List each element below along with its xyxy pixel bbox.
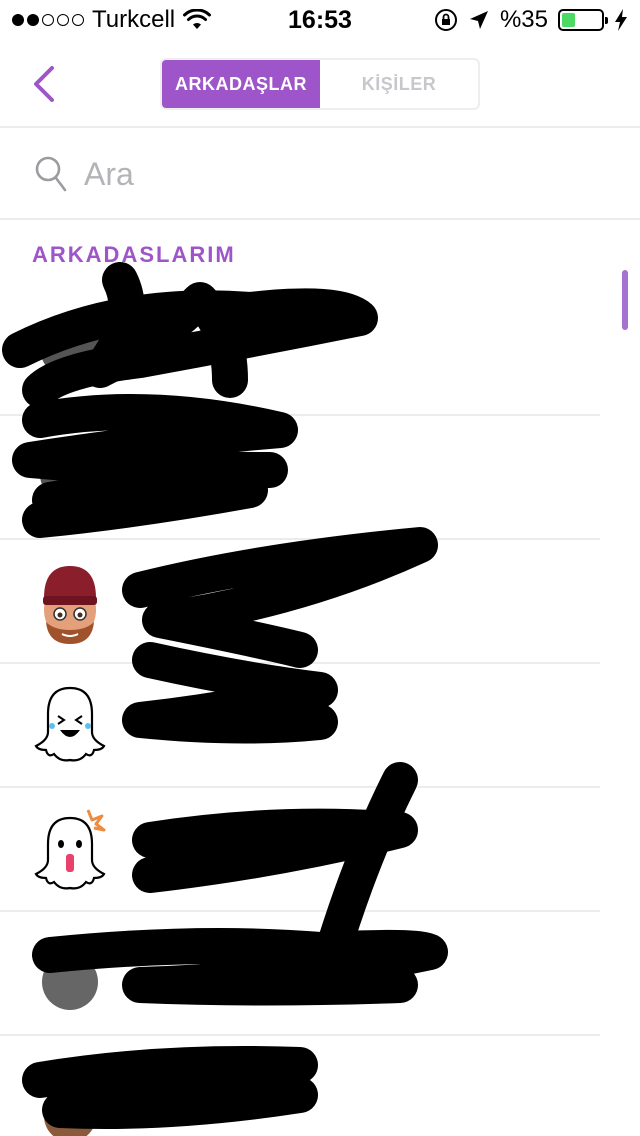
carrier-name: Turkcell [92, 6, 176, 33]
bitmoji-avatar [43, 566, 97, 644]
signal-strength-icon [12, 14, 84, 26]
ghost-surprised-icon [34, 809, 106, 890]
friend-row[interactable] [0, 540, 600, 664]
avatar [42, 954, 98, 1010]
orientation-lock-icon [434, 9, 457, 31]
avatar [44, 1090, 96, 1136]
search-icon [35, 156, 67, 192]
friend-row[interactable] [0, 1036, 600, 1136]
avatar [40, 318, 100, 378]
status-bar: Turkcell 16:53 %35 [0, 0, 640, 40]
tab-kisiler[interactable]: KİŞİLER [320, 60, 478, 108]
location-arrow-icon [469, 11, 488, 29]
friend-row[interactable] [0, 416, 600, 540]
friend-row[interactable] [0, 290, 600, 416]
battery-percent: %35 [499, 6, 548, 33]
nav-header: ARKADAŞLAR KİŞİLER [0, 40, 640, 128]
segmented-control: ARKADAŞLAR KİŞİLER [160, 58, 480, 110]
friend-row[interactable] [0, 788, 600, 912]
friend-row[interactable] [0, 664, 600, 788]
avatar [40, 444, 100, 504]
section-title: ARKADASLARIM [32, 242, 236, 267]
charging-bolt-icon [615, 9, 627, 31]
tab-arkadaslar[interactable]: ARKADAŞLAR [162, 60, 320, 108]
back-chevron-icon[interactable] [28, 64, 60, 104]
ghost-laughing-icon [34, 686, 106, 762]
wifi-icon [183, 9, 212, 29]
search-input[interactable] [84, 155, 564, 193]
battery-icon [558, 9, 608, 31]
friend-row[interactable] [0, 912, 600, 1036]
search-bar [0, 130, 640, 220]
scroll-indicator[interactable] [622, 270, 628, 330]
